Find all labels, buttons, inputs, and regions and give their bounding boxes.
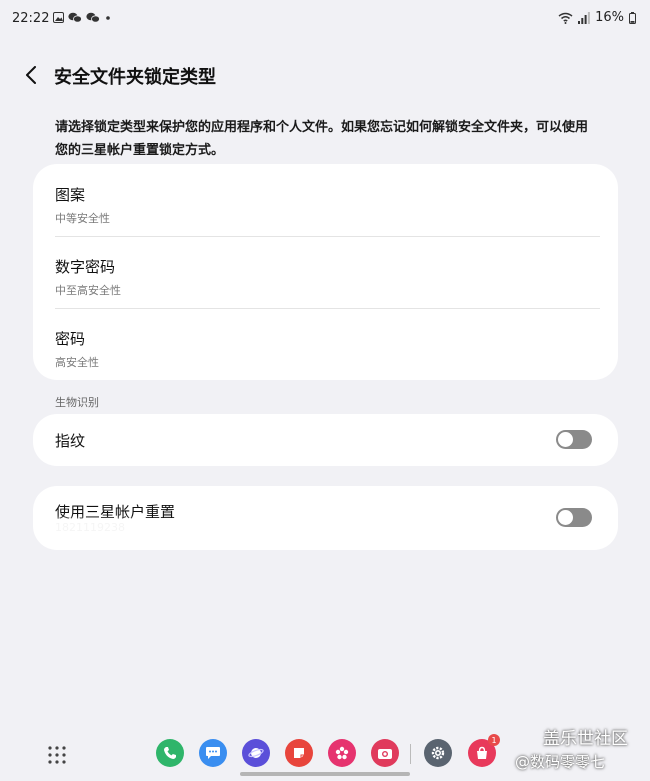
option-subtitle: 中至高安全性 — [55, 284, 121, 297]
status-bar: 22:22 16% — [0, 0, 650, 36]
signal-icon — [578, 11, 590, 24]
galaxy-store-app-icon[interactable]: 1 — [468, 734, 500, 767]
back-button[interactable] — [16, 60, 46, 90]
divider — [55, 308, 600, 309]
gallery-app-icon[interactable] — [328, 739, 356, 767]
option-pin[interactable]: 数字密码 中至高安全性 — [55, 256, 600, 298]
status-time: 22:22 — [12, 11, 50, 26]
planet-icon — [248, 748, 264, 758]
option-title: 密码 — [55, 330, 86, 348]
notes-app-icon[interactable] — [285, 739, 313, 767]
account-reset-toggle[interactable] — [556, 508, 592, 527]
page-title: 安全文件夹锁定类型 — [54, 67, 216, 88]
camera-app-icon[interactable] — [371, 739, 399, 767]
gallery-icon — [53, 12, 64, 23]
header: 安全文件夹锁定类型 — [0, 52, 650, 98]
shopping-bag-icon — [477, 746, 487, 759]
fingerprint-label: 指纹 — [55, 432, 86, 450]
fingerprint-row[interactable]: 指纹 — [33, 414, 618, 466]
note-icon — [294, 748, 304, 758]
battery-icon — [629, 11, 636, 24]
gear-icon — [431, 746, 445, 760]
wechat-icon — [68, 12, 82, 23]
notification-badge: 1 — [488, 734, 500, 746]
privacy-blur — [43, 519, 143, 539]
chat-bubble-icon — [206, 747, 220, 759]
option-pattern[interactable]: 图案 中等安全性 — [55, 184, 600, 226]
status-right: 16% — [558, 10, 636, 25]
description-text: 请选择锁定类型来保护您的应用程序和个人文件。如果您忘记如何解锁安全文件夹，可以使… — [55, 120, 589, 158]
option-title: 图案 — [55, 186, 86, 204]
camera-icon — [378, 749, 392, 759]
dock-separator — [410, 744, 411, 764]
internet-app-icon[interactable] — [242, 739, 270, 767]
option-password[interactable]: 密码 高安全性 — [55, 328, 600, 370]
wechat-icon — [86, 12, 100, 23]
messages-app-icon[interactable] — [199, 739, 227, 767]
wifi-icon — [558, 12, 573, 24]
settings-app-icon[interactable] — [424, 739, 452, 767]
fingerprint-toggle[interactable] — [556, 430, 592, 449]
option-subtitle: 高安全性 — [55, 356, 99, 369]
home-indicator[interactable] — [240, 772, 410, 776]
phone-icon — [164, 747, 176, 759]
more-notifications-icon — [106, 16, 110, 20]
account-reset-row[interactable]: 使用三星帐户重置 1821119238 — [33, 486, 618, 550]
battery-percentage: 16% — [595, 10, 624, 25]
back-arrow-icon — [26, 66, 36, 84]
notification-icons — [53, 12, 112, 23]
option-title: 数字密码 — [55, 258, 116, 276]
watermark-author: @数码零零七 — [515, 753, 606, 771]
flower-icon — [335, 746, 349, 760]
watermark-community: 盖乐世社区 — [543, 729, 628, 749]
biometrics-section-label: 生物识别 — [55, 396, 99, 409]
option-subtitle: 中等安全性 — [55, 212, 110, 225]
app-drawer-icon[interactable] — [46, 744, 68, 766]
divider — [55, 236, 600, 237]
phone-app-icon[interactable] — [156, 739, 184, 767]
lock-type-card: 图案 中等安全性 数字密码 中至高安全性 密码 高安全性 — [33, 164, 618, 380]
